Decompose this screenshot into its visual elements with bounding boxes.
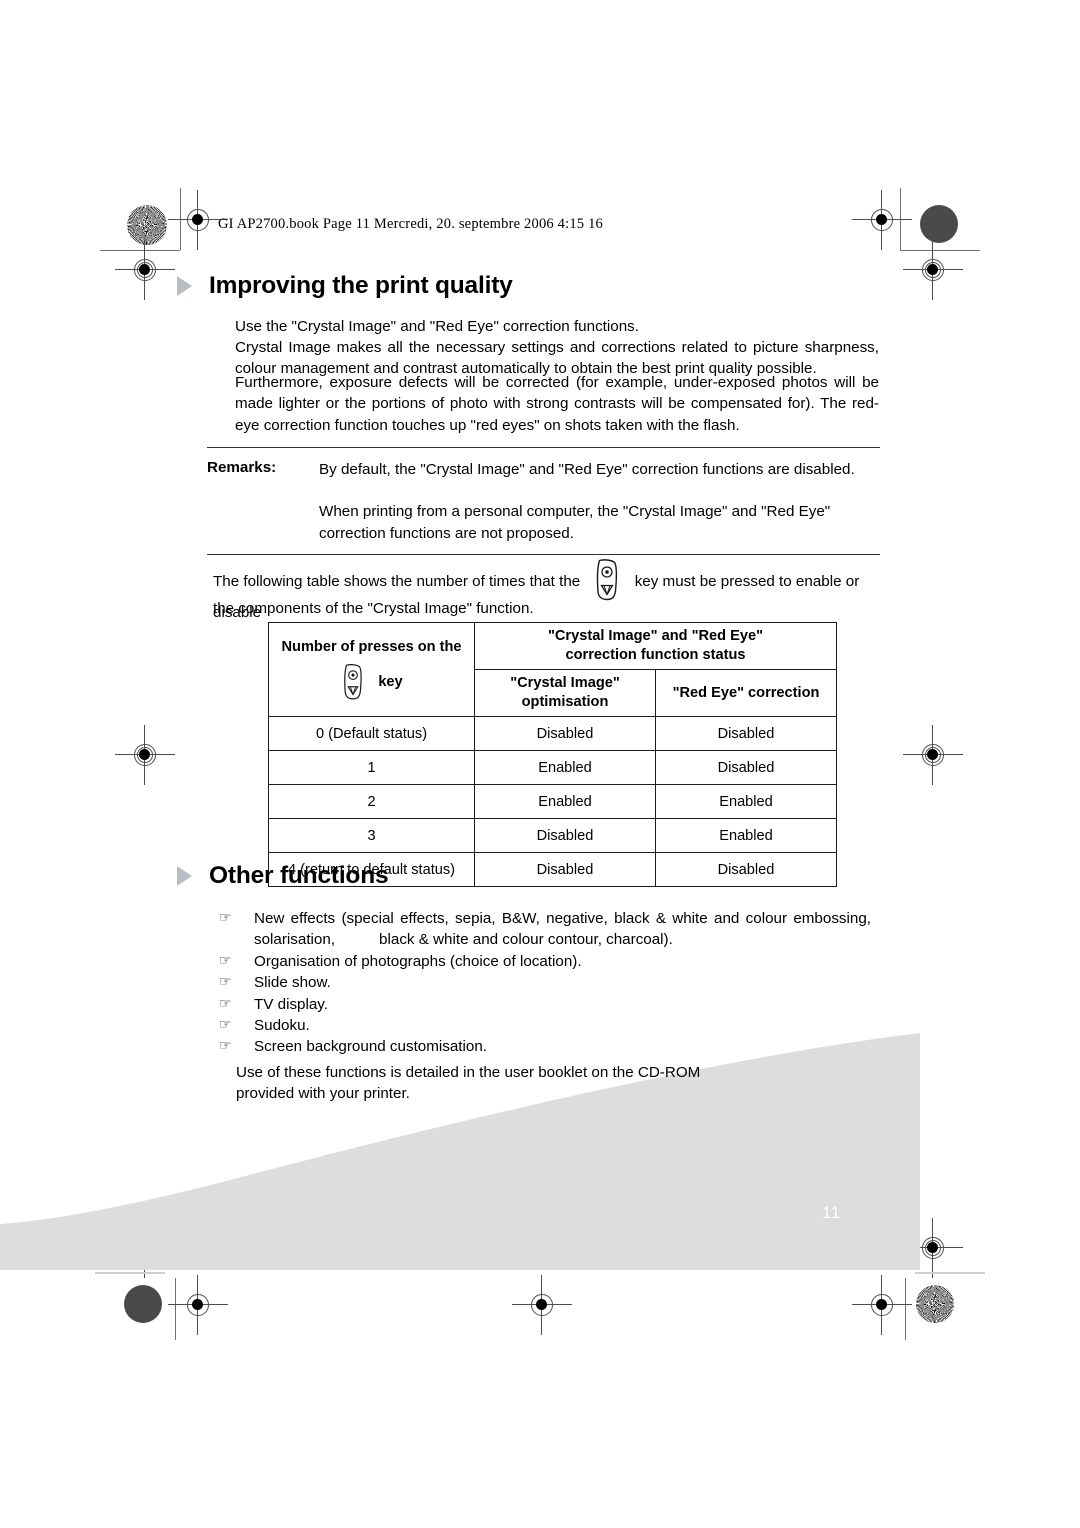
triangle-bullet-icon [177, 276, 192, 296]
table-header-presses: Number of presses on the key [268, 622, 475, 717]
section-heading-other-functions: Other functions [177, 862, 389, 890]
table-row: 3 Disabled Enabled [268, 818, 837, 853]
crystal-image-key-icon [592, 558, 622, 602]
cell-crystal: Disabled [474, 852, 656, 887]
table-header-status-line1: "Crystal Image" and "Red Eye" [547, 628, 764, 644]
list-item-text: TV display. [254, 995, 328, 1013]
list-item-text: Screen background customisation. [254, 1038, 488, 1056]
list-item-text-b: black & white and colour contour, charco… [379, 931, 673, 949]
intro-text-before-key: The following table shows the number of … [213, 573, 581, 590]
list-item: ☞ TV display. [219, 994, 871, 1015]
section-title-text-2: Other functions [209, 862, 389, 889]
list-item-text: Sudoku. [254, 1017, 310, 1035]
closing-paragraph: Use of these functions is detailed in th… [236, 1064, 701, 1103]
pointing-hand-icon: ☞ [219, 974, 232, 991]
cell-crystal: Disabled [474, 818, 656, 853]
remarks-item-1: By default, the "Crystal Image" and "Red… [319, 461, 855, 478]
cell-presses: 1 [268, 750, 475, 785]
pointing-hand-icon: ☞ [219, 995, 232, 1012]
table-header-crystal-line1: "Crystal Image" [510, 675, 620, 691]
pointing-hand-icon: ☞ [219, 1017, 232, 1034]
cell-presses: 2 [268, 784, 475, 819]
cell-redeye: Disabled [655, 750, 837, 785]
book-header-line: GI AP2700.book Page 11 Mercredi, 20. sep… [218, 216, 603, 232]
table-header-row-top: Number of presses on the key "Crystal Im… [268, 622, 837, 717]
list-item: ☞ Organisation of photographs (choice of… [219, 951, 871, 972]
remarks-block: Remarks: By default, the "Crystal Image"… [207, 447, 880, 556]
cell-crystal: Enabled [474, 750, 656, 785]
paragraph-table-intro-line2: the components of the "Crystal Image" fu… [213, 600, 534, 617]
cell-presses: 3 [268, 818, 475, 853]
pointing-hand-icon: ☞ [219, 1038, 232, 1055]
other-functions-list: ☞ New effects (special effects, sepia, B… [219, 908, 871, 1058]
triangle-bullet-icon-2 [177, 866, 192, 886]
table-header-key-label: key [378, 673, 403, 690]
table-row: 0 (Default status) Disabled Disabled [268, 716, 837, 751]
page-content: GI AP2700.book Page 11 Mercredi, 20. sep… [0, 0, 1080, 1528]
table-header-status-group: "Crystal Image" and "Red Eye" correction… [474, 622, 837, 670]
cell-redeye: Enabled [655, 784, 837, 819]
cell-crystal: Disabled [474, 716, 656, 751]
list-item-text: Slide show. [254, 974, 331, 992]
list-item-text: Organisation of photographs (choice of l… [254, 952, 582, 970]
cell-redeye: Enabled [655, 818, 837, 853]
table-header-presses-line1: Number of presses on the [281, 639, 462, 655]
list-item: ☞ Sudoku. [219, 1015, 871, 1036]
list-item-text: New effects (special effects, sepia, B&W… [254, 908, 871, 951]
page-number: 11 [822, 1203, 841, 1222]
table-row: 2 Enabled Enabled [268, 784, 837, 819]
paragraph-exposure-defects: Furthermore, exposure defects will be co… [235, 374, 879, 434]
paragraph-intro-line: Use the "Crystal Image" and "Red Eye" co… [235, 318, 639, 335]
list-item: ☞ New effects (special effects, sepia, B… [219, 908, 871, 951]
remarks-item-2: When printing from a personal computer, … [319, 503, 831, 542]
crystal-image-key-icon-table [340, 663, 366, 701]
remarks-label: Remarks: [207, 459, 277, 476]
section-heading-improving-print-quality: Improving the print quality [177, 272, 513, 300]
cell-redeye: Disabled [655, 716, 837, 751]
presses-status-table: Number of presses on the key "Crystal Im… [268, 622, 837, 887]
list-item: ☞ Screen background customisation. [219, 1036, 871, 1057]
pointing-hand-icon: ☞ [219, 910, 232, 926]
cell-crystal: Enabled [474, 784, 656, 819]
table-header-redeye-correction: "Red Eye" correction [655, 669, 837, 717]
list-item: ☞ Slide show. [219, 972, 871, 993]
cell-presses: 0 (Default status) [268, 716, 475, 751]
pointing-hand-icon: ☞ [219, 952, 232, 969]
remarks-body: By default, the "Crystal Image" and "Red… [319, 459, 880, 544]
table-row: 1 Enabled Disabled [268, 750, 837, 785]
section-title-text: Improving the print quality [209, 272, 513, 299]
table-header-crystal-optimisation: "Crystal Image" optimisation [474, 669, 656, 717]
table-header-crystal-line2: optimisation [521, 694, 609, 710]
table-header-status-line2: correction function status [565, 647, 746, 663]
cell-redeye: Disabled [655, 852, 837, 887]
